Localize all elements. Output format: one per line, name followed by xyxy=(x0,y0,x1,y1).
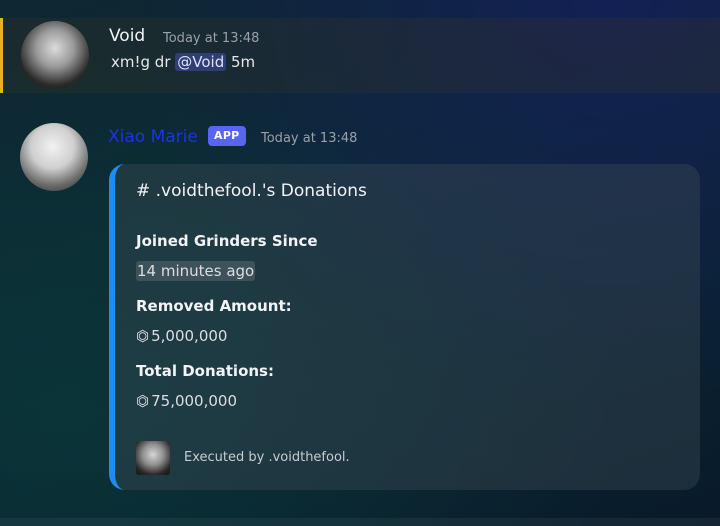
coin-icon: ⏣ xyxy=(136,327,150,345)
embed-title: # .voidthefool.'s Donations xyxy=(136,181,367,201)
total-donations: 75,000,000 xyxy=(151,392,237,410)
field-name-removed: Removed Amount: xyxy=(136,297,292,315)
message-text: xm!g dr xyxy=(111,53,176,71)
coin-icon: ⏣ xyxy=(136,392,150,410)
user-mention[interactable]: @Void xyxy=(175,53,227,71)
relative-time[interactable]: 14 minutes ago xyxy=(136,261,256,281)
author-name[interactable]: Void xyxy=(109,26,145,46)
field-name-joined: Joined Grinders Since xyxy=(136,232,318,250)
embed-footer: Executed by .voidthefool. xyxy=(184,450,350,465)
app-badge: APP xyxy=(208,126,246,146)
message-text-suffix: 5m xyxy=(226,53,256,71)
avatar-xiao-marie[interactable] xyxy=(20,123,88,191)
message-content: xm!g dr @Void 5m xyxy=(111,52,255,72)
field-name-total: Total Donations: xyxy=(136,362,274,380)
message-void: Void Today at 13:48 xm!g dr @Void 5m xyxy=(0,18,720,93)
field-value-total: ⏣ 75,000,000 xyxy=(136,392,237,410)
field-value-removed: ⏣ 5,000,000 xyxy=(136,327,227,345)
next-message-edge xyxy=(0,518,720,526)
avatar-void[interactable] xyxy=(21,21,89,89)
field-value-joined: 14 minutes ago xyxy=(136,261,256,281)
message-timestamp: Today at 13:48 xyxy=(163,31,260,46)
removed-amount: 5,000,000 xyxy=(151,327,228,345)
donations-embed: # .voidthefool.'s Donations Joined Grind… xyxy=(109,164,700,490)
message-timestamp: Today at 13:48 xyxy=(261,131,358,146)
author-name[interactable]: Xiao Marie xyxy=(108,127,198,147)
footer-avatar xyxy=(136,441,170,475)
